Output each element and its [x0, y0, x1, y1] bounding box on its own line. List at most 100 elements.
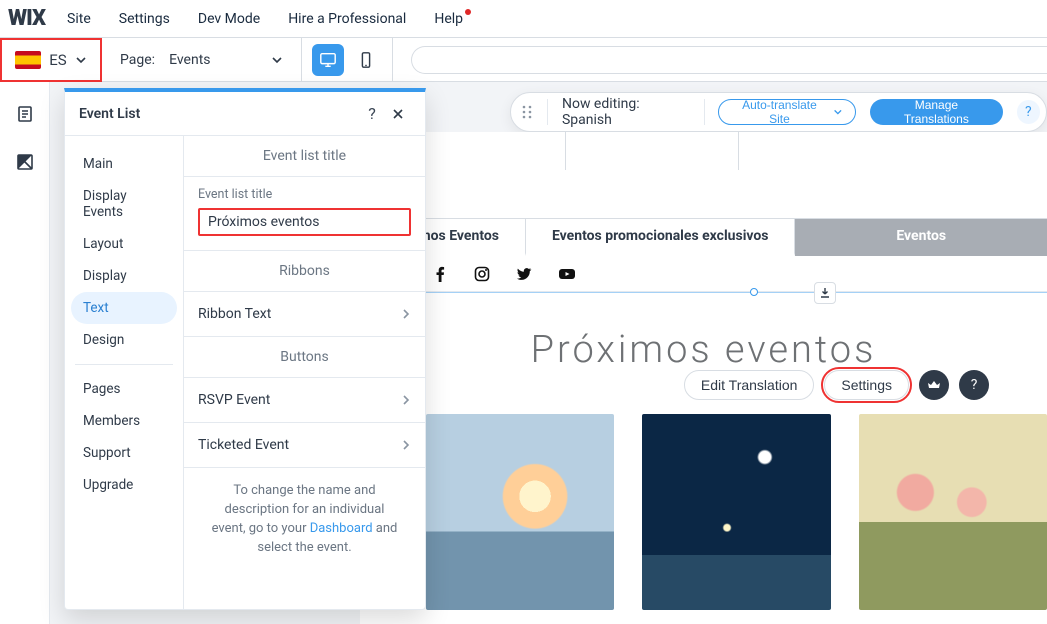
event-card[interactable]: [859, 414, 1047, 610]
section-buttons: Buttons: [184, 337, 425, 378]
anchor-handle-icon[interactable]: [750, 288, 758, 296]
desktop-view-button[interactable]: [312, 44, 344, 76]
menu-help[interactable]: Help: [434, 11, 463, 27]
divider: [704, 99, 705, 125]
flag-spain-icon: [15, 51, 41, 69]
search-input[interactable]: [411, 46, 1047, 74]
nav-text[interactable]: Text: [71, 292, 177, 324]
top-menubar: WIX Site Settings Dev Mode Hire a Profes…: [0, 0, 1047, 38]
menu-dev-mode[interactable]: Dev Mode: [198, 11, 260, 27]
event-card[interactable]: [642, 414, 830, 610]
instagram-icon[interactable]: [474, 266, 490, 282]
row-label: Ticketed Event: [198, 437, 289, 453]
section-event-list-title: Event list title: [184, 136, 425, 177]
event-list-title-input[interactable]: Próximos eventos: [198, 208, 411, 236]
row-label: Ribbon Text: [198, 306, 271, 322]
page-headline: Próximos eventos: [360, 328, 1047, 372]
row-rsvp-event[interactable]: RSVP Event: [184, 378, 425, 423]
rail-pages-button[interactable]: [15, 104, 35, 124]
panel-title: Event List: [79, 106, 359, 122]
headline-actions: Edit Translation Settings ?: [360, 370, 1047, 400]
page-preview: Próximos Eventos Eventos promocionales e…: [360, 132, 1047, 624]
divider: [547, 99, 548, 125]
language-selector[interactable]: ES: [0, 38, 102, 82]
menu-help-label: Help: [434, 11, 463, 27]
crown-button[interactable]: [919, 370, 949, 400]
mobile-view-button[interactable]: [350, 44, 382, 76]
page-selector[interactable]: Page: Events: [102, 38, 302, 81]
toolbar-help-button[interactable]: ?: [1017, 100, 1040, 124]
question-mark-icon: ?: [971, 377, 978, 393]
social-icons-row: [360, 256, 1047, 292]
panel-side-nav: Main Display Events Layout Display Text …: [65, 136, 183, 609]
nav-divider: [75, 364, 173, 365]
browser-window-stub: [565, 132, 739, 170]
rail-theme-button[interactable]: [15, 152, 35, 172]
panel-help-button[interactable]: ?: [359, 104, 385, 123]
chevron-down-icon: [833, 107, 843, 117]
nav-design[interactable]: Design: [71, 324, 177, 356]
chevron-right-icon: [401, 394, 411, 406]
tab-eventos[interactable]: Eventos: [795, 219, 1047, 256]
event-cards: [426, 414, 1047, 610]
help-button[interactable]: ?: [959, 370, 989, 400]
nav-layout[interactable]: Layout: [71, 228, 177, 260]
nav-display-events[interactable]: Display Events: [71, 180, 177, 228]
half-square-icon: [15, 152, 35, 172]
nav-upgrade[interactable]: Upgrade: [71, 469, 177, 501]
chevron-down-icon: [75, 54, 87, 66]
menu-settings[interactable]: Settings: [119, 11, 170, 27]
nav-support[interactable]: Support: [71, 437, 177, 469]
field-event-list-title: Event list title Próximos eventos: [184, 177, 425, 251]
wix-logo: WIX: [8, 6, 45, 31]
chevron-down-icon: [271, 54, 283, 66]
edit-translation-button[interactable]: Edit Translation: [684, 370, 815, 400]
dashboard-link[interactable]: Dashboard: [310, 521, 373, 536]
drag-handle-icon[interactable]: [521, 104, 533, 120]
notification-dot-icon: [465, 9, 471, 15]
ruler-line: [360, 292, 1047, 293]
nav-display[interactable]: Display: [71, 260, 177, 292]
facebook-icon[interactable]: [432, 266, 448, 282]
editing-status-label: Now editing: Spanish: [562, 96, 690, 128]
language-code: ES: [49, 51, 66, 69]
chevron-right-icon: [401, 308, 411, 320]
chevron-right-icon: [401, 439, 411, 451]
panel-close-button[interactable]: [385, 107, 411, 121]
section-ruler: [360, 292, 1047, 302]
youtube-icon[interactable]: [558, 266, 576, 282]
panel-footer-note: To change the name and description for a…: [184, 468, 425, 557]
nav-main[interactable]: Main: [71, 148, 177, 180]
editor-canvas: Now editing: Spanish Auto-translate Site…: [50, 82, 1047, 624]
menu-hire-pro[interactable]: Hire a Professional: [288, 11, 406, 27]
desktop-icon: [319, 51, 337, 69]
page-selector-label: Page:: [120, 52, 155, 68]
page-tabs: Próximos Eventos Eventos promocionales e…: [360, 218, 1047, 256]
section-ribbons: Ribbons: [184, 251, 425, 292]
page-icon: [15, 104, 35, 124]
menu-site[interactable]: Site: [67, 11, 91, 27]
widget-settings-button[interactable]: Settings: [824, 370, 909, 400]
crown-icon: [927, 378, 941, 392]
nav-members[interactable]: Members: [71, 405, 177, 437]
row-label: RSVP Event: [198, 392, 270, 408]
download-icon: [818, 286, 832, 300]
row-ticketed-event[interactable]: Ticketed Event: [184, 423, 425, 468]
event-card[interactable]: [426, 414, 614, 610]
left-rail: [0, 82, 50, 624]
panel-settings: Event list title Event list title Próxim…: [183, 136, 425, 609]
mobile-icon: [358, 51, 374, 69]
page-selector-value: Events: [169, 52, 210, 68]
twitter-icon[interactable]: [516, 266, 532, 282]
event-list-settings-panel: Event List ? Main Display Events Layout …: [64, 88, 426, 610]
nav-pages[interactable]: Pages: [71, 373, 177, 405]
manage-translations-button[interactable]: Manage Translations: [870, 99, 1002, 125]
tab-promo-events[interactable]: Eventos promocionales exclusivos: [525, 219, 796, 256]
auto-translate-label: Auto-translate Site: [731, 98, 827, 126]
close-icon: [391, 107, 405, 121]
row-ribbon-text[interactable]: Ribbon Text: [184, 292, 425, 337]
panel-body: Main Display Events Layout Display Text …: [65, 136, 425, 609]
editing-toolbar: Now editing: Spanish Auto-translate Site…: [510, 92, 1047, 132]
download-section-button[interactable]: [814, 282, 836, 304]
auto-translate-button[interactable]: Auto-translate Site: [718, 99, 856, 125]
